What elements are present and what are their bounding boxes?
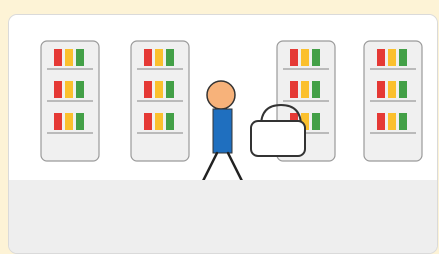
shelf-product <box>155 113 163 130</box>
shopper-figure-icon <box>202 80 243 180</box>
shopper-body <box>212 108 233 154</box>
shelf-product <box>388 81 396 98</box>
shelf-product <box>290 81 298 98</box>
shelf-product <box>290 49 298 66</box>
shelf-product <box>312 81 320 98</box>
basket-body <box>250 120 306 157</box>
shelf-product <box>76 81 84 98</box>
shelf-product <box>377 49 385 66</box>
shelf-product <box>399 49 407 66</box>
shelf-product <box>388 113 396 130</box>
shelf-product <box>377 81 385 98</box>
shelf-product <box>166 113 174 130</box>
shelf-unit-icon <box>40 40 100 162</box>
shelf-product <box>388 49 396 66</box>
shelf-product <box>144 49 152 66</box>
shelf-product <box>54 81 62 98</box>
card-footer-area <box>9 180 437 253</box>
store-scene <box>9 15 437 180</box>
illustration-card <box>8 14 438 254</box>
shelf-product <box>377 113 385 130</box>
shelf-product <box>166 49 174 66</box>
shelf-product <box>54 49 62 66</box>
shelf-product <box>166 81 174 98</box>
shopper-head <box>206 80 236 110</box>
shelf-product <box>155 81 163 98</box>
shelf-product <box>144 113 152 130</box>
shelf-product <box>301 81 309 98</box>
shelf-product <box>399 81 407 98</box>
shelf-product <box>144 81 152 98</box>
shelf-unit-icon <box>363 40 423 162</box>
store-illustration <box>40 40 423 180</box>
shelf-product <box>65 113 73 130</box>
top-banner-strip <box>0 0 439 14</box>
shelf-product <box>155 49 163 66</box>
shelf-unit-icon <box>130 40 190 162</box>
shelf-product <box>54 113 62 130</box>
shopper-right-leg <box>226 151 243 180</box>
shelf-product <box>301 49 309 66</box>
shelf-product <box>76 113 84 130</box>
shopper-left-leg <box>202 151 219 180</box>
shelf-product <box>399 113 407 130</box>
shelf-product <box>312 49 320 66</box>
shelf-product <box>65 81 73 98</box>
shelf-product <box>76 49 84 66</box>
shelf-product <box>65 49 73 66</box>
shelf-product <box>312 113 320 130</box>
